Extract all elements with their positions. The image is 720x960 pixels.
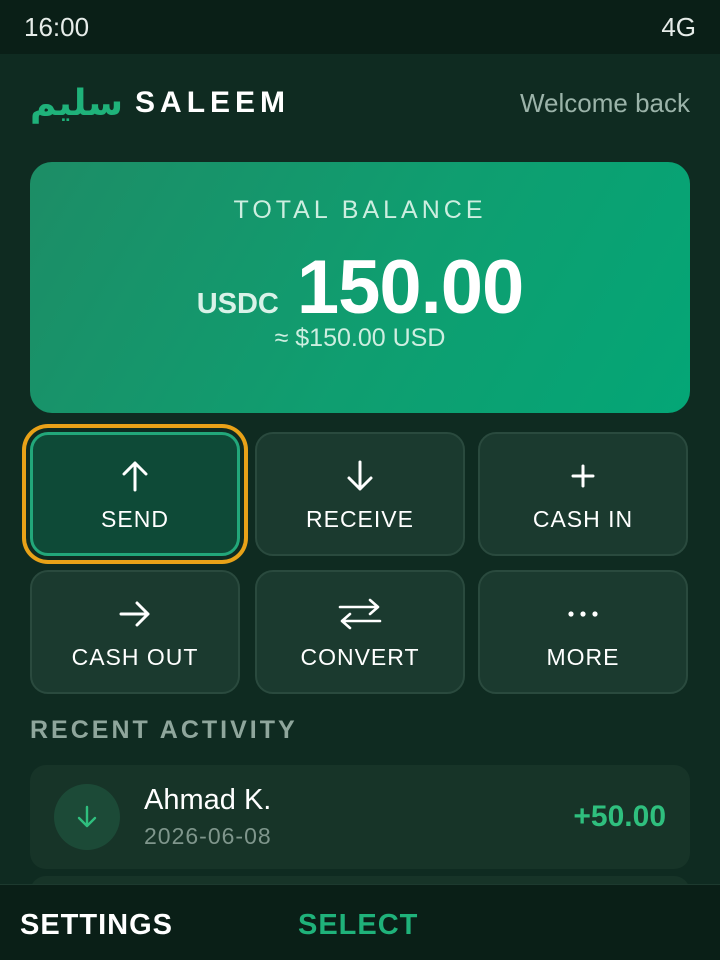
activity-amount: +50.00 [573,800,666,833]
more-label: MORE [546,643,620,670]
more-button[interactable]: MORE [478,570,688,694]
plus-icon [571,464,595,487]
welcome-text: Welcome back [519,87,690,118]
balance-card: TOTAL BALANCE USDC 150.00 ≈ $150.00 USD [30,162,690,413]
receive-label: RECEIVE [306,505,414,532]
select-softkey[interactable]: SELECT [298,909,418,942]
status-bar: 16:00 4G [0,0,720,54]
settings-softkey[interactable]: SETTINGS [20,909,173,942]
activity-details: Ahmad K. 2026-06-08 [144,784,573,850]
cash-out-label: CASH OUT [71,643,199,670]
activity-item[interactable]: Ahmad K. 2026-06-08 +50.00 [30,765,690,869]
activity-name: Ahmad K. [144,784,272,816]
arrow-up-icon [122,461,148,491]
balance-label: TOTAL BALANCE [233,196,487,224]
softkey-bar: SETTINGS SELECT [0,884,720,960]
brand-logo: سليم SALEEM [30,83,290,124]
cash-out-button[interactable]: CASH OUT [30,570,240,694]
arrow-right-icon [119,601,150,626]
send-label: SEND [101,505,169,532]
cash-in-button[interactable]: CASH IN [478,432,688,556]
status-time: 16:00 [24,11,90,42]
swap-arrows-icon [338,598,382,629]
arrow-down-icon [347,460,373,490]
balance-usd-equivalent: ≈ $150.00 USD [274,324,446,352]
convert-button[interactable]: CONVERT [255,570,465,694]
balance-amount: 150.00 [296,245,524,330]
app-header: سليم SALEEM Welcome back [30,78,690,128]
recent-activity-title: RECENT ACTIVITY [30,716,298,744]
convert-label: CONVERT [300,643,420,670]
incoming-arrow-icon [54,784,120,850]
balance-currency: USDC [196,288,279,320]
brand-arabic-wordmark: سليم [30,82,124,124]
wallet-home-screen: 16:00 4G سليم SALEEM Welcome back TOTAL … [0,0,720,960]
more-dots-icon [568,610,598,617]
balance-row: USDC 150.00 [30,244,690,331]
network-indicator: 4G [661,11,696,42]
send-button[interactable]: SEND [30,432,240,556]
cash-in-label: CASH IN [532,505,634,532]
activity-date: 2026-06-08 [144,823,272,849]
brand-name: SALEEM [135,86,291,119]
receive-button[interactable]: RECEIVE [255,432,465,556]
